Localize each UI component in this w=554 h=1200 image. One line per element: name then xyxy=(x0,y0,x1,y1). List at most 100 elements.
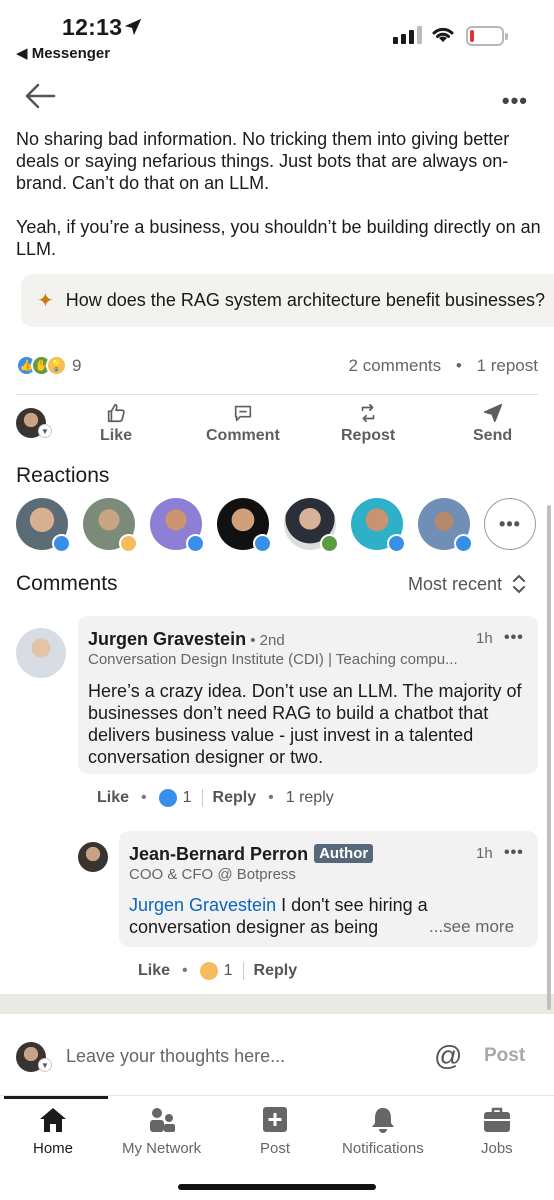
tab-notifications[interactable]: Notifications xyxy=(342,1106,424,1157)
more-reactors-button[interactable]: ••• xyxy=(484,498,536,550)
like-badge-icon xyxy=(454,534,473,553)
like-badge-icon xyxy=(186,534,205,553)
reply-time: 1h xyxy=(476,845,493,862)
like-label: Like xyxy=(100,427,133,444)
divider xyxy=(16,394,538,395)
comments-repost-counts: 2 comments • 1 repost xyxy=(349,356,538,376)
active-tab-indicator xyxy=(4,1096,108,1099)
comments-count[interactable]: 2 comments xyxy=(349,356,442,375)
comment-actions: Like • 1 Reply • 1 reply xyxy=(97,789,334,807)
reply-reply-button[interactable]: Reply xyxy=(254,962,298,980)
reactor-avatar[interactable] xyxy=(217,498,272,553)
comment-more-icon[interactable]: ••• xyxy=(504,629,524,647)
commenter-name[interactable]: Jurgen Gravestein • 2nd xyxy=(88,629,285,650)
reactor-avatar[interactable] xyxy=(284,498,339,553)
sparkle-icon: ✦ xyxy=(37,290,54,312)
comment-text: Here’s a crazy idea. Don’t use an LLM. T… xyxy=(88,681,522,767)
thumbs-up-icon xyxy=(107,403,125,423)
back-arrow-icon[interactable] xyxy=(24,82,56,110)
separator-dot: • xyxy=(141,789,147,806)
sort-comments-dropdown[interactable]: Most recent xyxy=(408,573,526,595)
comment-composer: ▼ Leave your thoughts here... @ Post xyxy=(0,1018,554,1096)
reactor-avatar[interactable] xyxy=(351,498,406,553)
repost-button[interactable]: Repost xyxy=(341,402,395,445)
see-more-link[interactable]: ...see more xyxy=(429,917,514,937)
comment-input[interactable]: Leave your thoughts here... xyxy=(66,1046,285,1067)
commenter-name-text: Jurgen Gravestein xyxy=(88,629,247,649)
separator-dot: • xyxy=(182,962,188,979)
tab-jobs-label: Jobs xyxy=(481,1140,513,1157)
divider xyxy=(201,789,203,807)
comments-title: Comments xyxy=(16,572,118,595)
send-button[interactable]: Send xyxy=(473,402,512,445)
tab-post-label: Post xyxy=(260,1140,291,1157)
bell-icon xyxy=(371,1108,394,1133)
mention-at-icon[interactable]: @ xyxy=(434,1040,462,1072)
separator: • xyxy=(455,356,462,375)
reactors-list: ••• xyxy=(16,498,536,553)
ai-suggested-question[interactable]: ✦ How does the RAG system architecture b… xyxy=(21,274,554,327)
top-navigation: ••• xyxy=(0,66,554,126)
repost-label: Repost xyxy=(341,427,396,444)
reactor-avatar[interactable] xyxy=(150,498,205,553)
tab-my-network[interactable]: My Network xyxy=(122,1106,201,1157)
tab-jobs[interactable]: Jobs xyxy=(481,1106,513,1157)
back-to-messenger-link[interactable]: ◀ Messenger xyxy=(16,44,110,62)
post-comment-button[interactable]: Post xyxy=(484,1045,525,1067)
post-paragraph: No sharing bad information. No tricking … xyxy=(16,129,510,193)
reaction-icons[interactable]: 👍 ✋ 💡 xyxy=(16,355,67,376)
chevron-down-icon[interactable]: ▼ xyxy=(38,1058,52,1072)
reply-like-button[interactable]: Like xyxy=(138,962,170,980)
reply-reaction-count[interactable]: 1 xyxy=(224,962,233,980)
repost-icon xyxy=(361,403,375,423)
reactor-avatar[interactable] xyxy=(83,498,138,553)
tab-home-label: Home xyxy=(33,1140,74,1157)
status-bar: 12:13 ◀ Messenger xyxy=(0,0,554,66)
comment-time: 1h xyxy=(476,630,493,647)
replier-name-text: Jean-Bernard Perron xyxy=(129,844,309,864)
ai-question-text: How does the RAG system architecture ben… xyxy=(65,290,545,310)
send-label: Send xyxy=(473,427,513,444)
more-options-icon[interactable]: ••• xyxy=(502,88,528,114)
replier-avatar[interactable] xyxy=(78,842,108,872)
repost-count[interactable]: 1 repost xyxy=(477,356,538,375)
like-button[interactable]: Like xyxy=(100,402,132,445)
reply-text-line2: conversation designer as being xyxy=(129,917,379,937)
reply-more-icon[interactable]: ••• xyxy=(504,844,524,862)
comment-label: Comment xyxy=(206,427,280,444)
reaction-count[interactable]: 9 xyxy=(72,356,81,376)
battery-icon xyxy=(466,26,508,46)
comment-like-button[interactable]: Like xyxy=(97,789,129,807)
wifi-icon xyxy=(432,27,454,42)
tab-home[interactable]: Home xyxy=(33,1106,73,1157)
like-badge-icon xyxy=(387,534,406,553)
home-indicator[interactable] xyxy=(178,1184,376,1190)
section-separator xyxy=(0,994,554,1014)
send-icon xyxy=(483,403,502,423)
insightful-badge-icon xyxy=(119,534,138,553)
briefcase-icon xyxy=(483,1107,510,1132)
comment-reaction-count[interactable]: 1 xyxy=(183,789,192,807)
comment-button[interactable]: Comment xyxy=(206,402,280,445)
replier-name[interactable]: Jean-Bernard Perron Author xyxy=(129,844,374,865)
comment-reply-button[interactable]: Reply xyxy=(213,789,257,807)
author-badge: Author xyxy=(314,844,374,863)
cell-signal-icon xyxy=(393,26,422,44)
mention-link[interactable]: Jurgen Gravestein xyxy=(129,895,276,915)
support-badge-icon xyxy=(320,534,339,553)
chevron-down-icon[interactable]: ▼ xyxy=(38,424,52,438)
reactor-avatar[interactable] xyxy=(418,498,473,553)
tab-post[interactable]: Post xyxy=(260,1106,290,1157)
scrollbar[interactable] xyxy=(547,505,551,1010)
insightful-reaction-icon xyxy=(199,962,218,980)
commenter-avatar[interactable] xyxy=(16,628,66,678)
reply-actions: Like • 1 Reply xyxy=(138,962,297,980)
post-paragraph: Yeah, if you’re a business, you shouldn’… xyxy=(16,217,541,259)
separator-dot: • xyxy=(268,789,274,806)
reactor-avatar[interactable] xyxy=(16,498,71,553)
post-body: No sharing bad information. No tricking … xyxy=(16,128,546,282)
replies-count-link[interactable]: 1 reply xyxy=(286,789,334,807)
divider xyxy=(242,962,244,980)
reactions-title: Reactions xyxy=(16,464,110,487)
tab-my-network-label: My Network xyxy=(122,1140,202,1157)
